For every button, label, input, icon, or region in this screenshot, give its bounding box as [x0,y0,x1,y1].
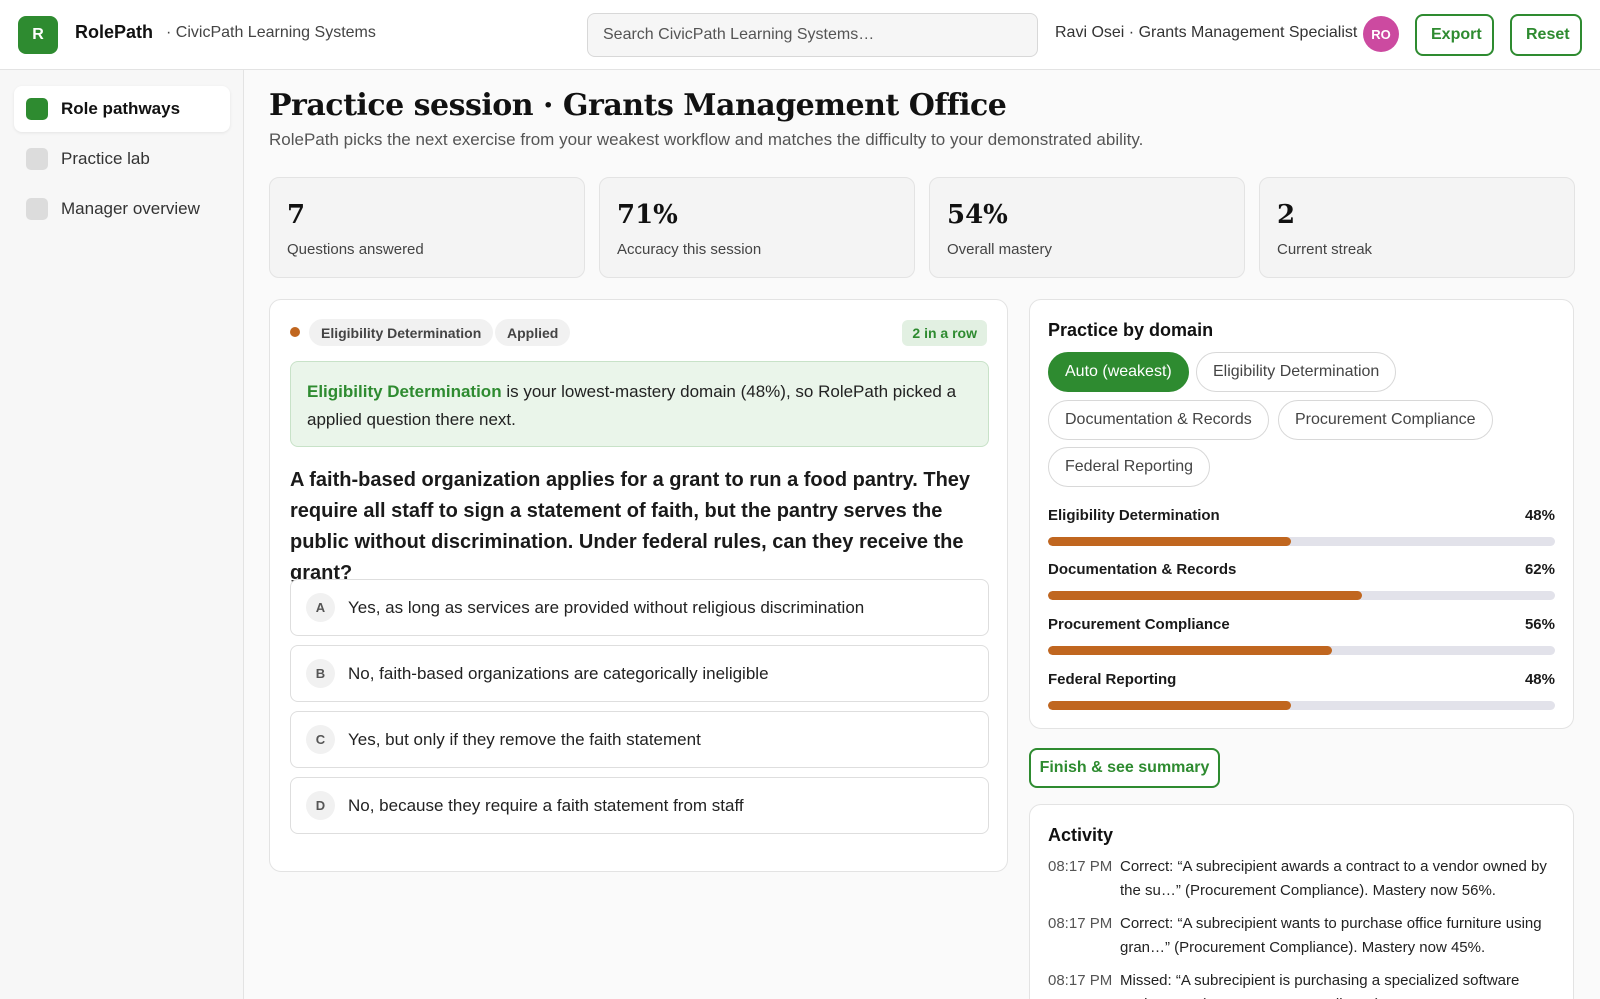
activity-time: 08:17 PM [1048,858,1113,875]
page-subtitle: RolePath picks the next exercise from yo… [269,130,1144,149]
domain-card-title: Practice by domain [1048,320,1214,340]
streak-badge: 2 in a row [902,320,987,346]
selection-reason: Eligibility Determination is your lowest… [290,361,989,447]
stat-label: Questions answered [287,241,424,258]
app-logo: R [18,16,58,54]
export-button[interactable]: Export [1415,14,1494,56]
sidebar-item-practice-lab[interactable]: Practice lab [14,136,230,182]
reason-domain: Eligibility Determination [307,382,502,401]
stat-value: 2 [1277,200,1296,230]
chip-auto-weakest[interactable]: Auto (weakest) [1048,352,1189,392]
org-name: · CivicPath Learning Systems [166,24,376,41]
option-text: No, faith-based organizations are catego… [348,663,769,683]
bar-label: Eligibility Determination [1048,507,1220,524]
role-pathways-icon [26,98,48,120]
bar-fill [1048,591,1363,600]
search-input[interactable] [587,13,1038,57]
sidebar-item-label: Manager overview [61,199,200,218]
activity-time: 08:17 PM [1048,972,1113,989]
mastery-bar-federal-reporting [1048,701,1555,710]
question-card: Eligibility Determination Applied 2 in a… [269,299,1008,872]
stat-value: 54% [947,200,1008,230]
practice-by-domain-card: Practice by domain Auto (weakest) Eligib… [1029,299,1574,729]
option-letter: C [306,725,335,754]
activity-item: 08:17 PM Missed: “A subrecipient is purc… [1048,969,1558,999]
chip-procurement-compliance[interactable]: Procurement Compliance [1278,400,1493,440]
chip-eligibility-determination[interactable]: Eligibility Determination [1196,352,1397,392]
practice-lab-icon [26,148,48,170]
level-tag: Applied [495,319,571,346]
answer-option-c[interactable]: C Yes, but only if they remove the faith… [290,711,989,768]
mastery-bar-documentation [1048,591,1555,600]
page-title: Practice session · Grants Management Off… [269,88,1007,123]
mastery-bar-eligibility [1048,537,1555,546]
avatar[interactable]: RO [1363,16,1399,52]
activity-time: 08:17 PM [1048,915,1113,932]
bar-percent: 56% [1524,616,1555,633]
stat-current-streak: 2 Current streak [1259,177,1575,278]
answer-option-a[interactable]: A Yes, as long as services are provided … [290,579,989,636]
activity-card: Activity 08:17 PM Correct: “A subrecipie… [1029,804,1574,999]
chip-federal-reporting[interactable]: Federal Reporting [1048,447,1211,487]
mastery-bar-procurement [1048,646,1555,655]
domain-dot-icon [290,327,300,337]
activity-title: Activity [1048,825,1114,845]
option-text: Yes, as long as services are provided wi… [348,597,865,617]
finish-summary-button[interactable]: Finish & see summary [1029,748,1220,788]
option-letter: D [306,791,335,820]
answer-option-d[interactable]: D No, because they require a faith state… [290,777,989,834]
stat-questions-answered: 7 Questions answered [269,177,585,278]
option-letter: A [306,593,335,622]
stat-label: Current streak [1277,241,1373,258]
manager-overview-icon [26,198,48,220]
bar-label: Procurement Compliance [1048,616,1230,633]
chip-documentation-records[interactable]: Documentation & Records [1048,400,1269,440]
user-name: Ravi Osei · Grants Management Specialist [1055,24,1358,41]
sidebar-item-manager-overview[interactable]: Manager overview [14,186,230,232]
bar-percent: 48% [1524,507,1555,524]
activity-text: Missed: “A subrecipient is purchasing a … [1120,972,1520,999]
activity-text: Correct: “A subrecipient wants to purcha… [1120,915,1542,956]
activity-item: 08:17 PM Correct: “A subrecipient awards… [1048,855,1558,903]
answer-option-b[interactable]: B No, faith-based organizations are cate… [290,645,989,702]
bar-percent: 62% [1524,561,1555,578]
question-text: A faith-based organization applies for a… [290,469,971,584]
option-text: No, because they require a faith stateme… [348,795,744,815]
sidebar-item-role-pathways[interactable]: Role pathways [14,86,230,132]
sidebar: Role pathways Practice lab Manager overv… [0,70,244,999]
bar-fill [1048,646,1332,655]
stat-overall-mastery: 54% Overall mastery [929,177,1245,278]
stat-value: 7 [287,200,306,230]
bar-fill [1048,701,1292,710]
stat-value: 71% [617,200,678,230]
reset-button[interactable]: Reset [1510,14,1582,56]
sidebar-item-label: Practice lab [61,149,150,168]
bar-label: Federal Reporting [1048,671,1177,688]
sidebar-item-label: Role pathways [61,99,181,118]
option-text: Yes, but only if they remove the faith s… [348,729,701,749]
activity-text: Correct: “A subrecipient awards a contra… [1120,858,1547,899]
option-letter: B [306,659,335,688]
stat-accuracy: 71% Accuracy this session [599,177,915,278]
activity-item: 08:17 PM Correct: “A subrecipient wants … [1048,912,1558,960]
app-name: RolePath [75,22,154,42]
bar-percent: 48% [1524,671,1555,688]
top-bar: R RolePath · CivicPath Learning Systems … [0,0,1600,70]
stat-label: Accuracy this session [617,241,762,258]
stat-label: Overall mastery [947,241,1053,258]
domain-tag: Eligibility Determination [309,319,494,346]
bar-fill [1048,537,1292,546]
bar-label: Documentation & Records [1048,561,1237,578]
